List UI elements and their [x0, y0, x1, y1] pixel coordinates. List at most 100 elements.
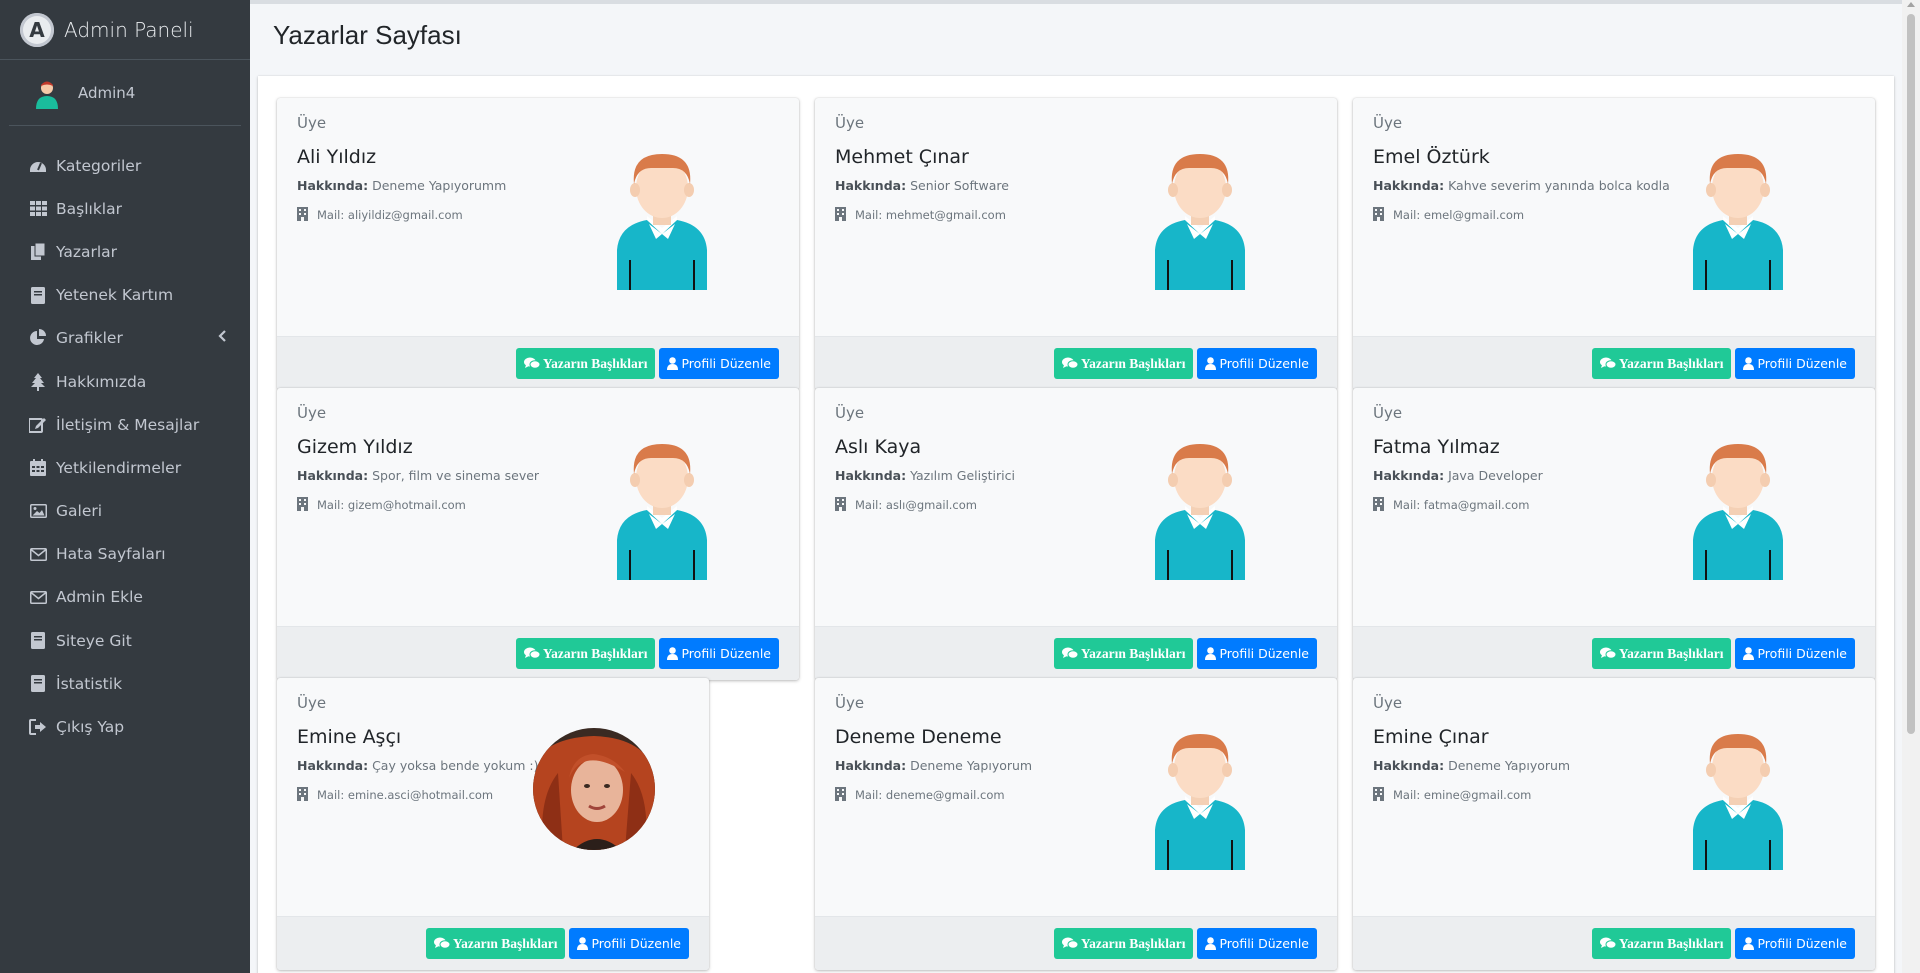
author-titles-button[interactable]: Yazarın Başlıkları [515, 638, 656, 669]
pie-chart-icon [28, 328, 48, 348]
page-title: Yazarlar Sayfası [273, 20, 462, 50]
sidebar-item-istatistik[interactable]: İstatistik [0, 662, 250, 705]
sidebar-item-label: Admin Ekle [56, 588, 143, 607]
author-card-footer: Yazarın Başlıkları Profili Düzenle [277, 336, 799, 390]
envelope-icon [28, 544, 48, 564]
author-avatar [607, 150, 717, 290]
user-icon [1743, 647, 1755, 660]
mail-label: Mail: [855, 787, 883, 802]
author-titles-button[interactable]: Yazarın Başlıkları [1053, 638, 1194, 669]
author-titles-button[interactable]: Yazarın Başlıkları [1591, 348, 1732, 379]
mail-text: emel@gmail.com [1423, 207, 1525, 222]
author-card-footer: Yazarın Başlıkları Profili Düzenle [815, 626, 1337, 680]
sidebar-item-grafikler[interactable]: Grafikler [0, 317, 250, 360]
page-scrollbar[interactable] [1902, 0, 1920, 973]
author-role: Üye [1373, 404, 1403, 422]
user-icon [667, 647, 679, 660]
sidebar-item-siteye-git[interactable]: Siteye Git [0, 619, 250, 662]
user-icon [1205, 357, 1217, 370]
edit-profile-button[interactable]: Profili Düzenle [1735, 638, 1855, 669]
brand-link[interactable]: A Admin Paneli [0, 0, 250, 60]
author-avatar [1683, 730, 1793, 870]
comments-icon [1599, 647, 1616, 660]
about-label: Hakkında: [835, 758, 907, 773]
user-panel[interactable]: Admin4 [9, 60, 241, 126]
edit-profile-button[interactable]: Profili Düzenle [569, 928, 689, 959]
sidebar-item-label: Siteye Git [56, 631, 132, 650]
author-titles-button[interactable]: Yazarın Başlıkları [1591, 928, 1732, 959]
sidebar-item-yazarlar[interactable]: Yazarlar [0, 230, 250, 273]
author-titles-label: Yazarın Başlıkları [542, 355, 648, 371]
edit-profile-button[interactable]: Profili Düzenle [1735, 348, 1855, 379]
sidebar-item-galeri[interactable]: Galeri [0, 490, 250, 533]
author-titles-button[interactable]: Yazarın Başlıkları [425, 928, 566, 959]
about-text: Spor, film ve sinema sever [372, 468, 540, 483]
author-card: Üye Fatma Yılmaz Hakkında: Java Develope… [1353, 388, 1875, 680]
authors-container: Üye Ali Yıldız Hakkında: Deneme Yapıyoru… [258, 76, 1894, 973]
about-label: Hakkında: [297, 178, 369, 193]
sidebar-item-iletisim[interactable]: İletişim & Mesajlar [0, 403, 250, 446]
grid-icon [28, 199, 48, 219]
scroll-thumb[interactable] [1907, 14, 1915, 734]
page-header: Yazarlar Sayfası [250, 4, 1902, 76]
author-role: Üye [1373, 114, 1403, 132]
about-text: Deneme Yapıyorum [1448, 758, 1571, 773]
author-card: Üye Aslı Kaya Hakkında: Yazılım Geliştir… [815, 388, 1337, 680]
author-card: Üye Emel Öztürk Hakkında: Kahve severim … [1353, 98, 1875, 390]
author-card-body: Üye Fatma Yılmaz Hakkında: Java Develope… [1353, 388, 1875, 607]
mail-text: deneme@gmail.com [885, 787, 1005, 802]
author-role: Üye [1373, 694, 1403, 712]
author-titles-button[interactable]: Yazarın Başlıkları [1053, 348, 1194, 379]
sidebar-item-hakkimizda[interactable]: Hakkımızda [0, 360, 250, 403]
author-titles-label: Yazarın Başlıkları [1618, 935, 1724, 951]
sidebar-item-label: Hata Sayfaları [56, 545, 166, 564]
edit-profile-button[interactable]: Profili Düzenle [659, 638, 779, 669]
building-icon [1373, 207, 1385, 222]
image-icon [28, 501, 48, 521]
author-role: Üye [835, 404, 865, 422]
user-icon [577, 937, 589, 950]
about-label: Hakkında: [1373, 468, 1445, 483]
sidebar-item-label: Kategoriler [56, 156, 142, 175]
mail-text: fatma@gmail.com [1423, 497, 1530, 512]
about-text: Java Developer [1448, 468, 1543, 483]
sidebar-item-cikis-yap[interactable]: Çıkış Yap [0, 705, 250, 748]
chevron-left-icon [218, 329, 226, 346]
author-titles-button[interactable]: Yazarın Başlıkları [515, 348, 656, 379]
sidebar-item-label: İstatistik [56, 674, 123, 693]
user-icon [1743, 357, 1755, 370]
sidebar-item-yetenek-kartim[interactable]: Yetenek Kartım [0, 274, 250, 317]
mail-label: Mail: [855, 207, 883, 222]
author-card-body: Üye Emel Öztürk Hakkında: Kahve severim … [1353, 98, 1875, 317]
about-label: Hakkında: [1373, 178, 1445, 193]
edit-profile-label: Profili Düzenle [1219, 936, 1309, 951]
building-icon [835, 497, 847, 512]
sidebar-item-kategoriler[interactable]: Kategoriler [0, 144, 250, 187]
author-titles-button[interactable]: Yazarın Başlıkları [1053, 928, 1194, 959]
copy-icon [28, 242, 48, 262]
edit-profile-button[interactable]: Profili Düzenle [1197, 348, 1317, 379]
edit-profile-label: Profili Düzenle [591, 936, 681, 951]
edit-profile-button[interactable]: Profili Düzenle [1197, 928, 1317, 959]
author-avatar [1145, 730, 1255, 870]
edit-profile-button[interactable]: Profili Düzenle [1735, 928, 1855, 959]
author-card: Üye Deneme Deneme Hakkında: Deneme Yapıy… [815, 678, 1337, 970]
author-card: Üye Emine Çınar Hakkında: Deneme Yapıyor… [1353, 678, 1875, 970]
scroll-up-arrow-icon[interactable] [1907, 2, 1915, 7]
sidebar-item-basliklar[interactable]: Başlıklar [0, 187, 250, 230]
edit-profile-button[interactable]: Profili Düzenle [659, 348, 779, 379]
edit-profile-button[interactable]: Profili Düzenle [1197, 638, 1317, 669]
author-titles-button[interactable]: Yazarın Başlıkları [1591, 638, 1732, 669]
sidebar-item-yetkilendirmeler[interactable]: Yetkilendirmeler [0, 446, 250, 489]
author-role: Üye [835, 114, 865, 132]
sidebar-item-hata-sayfalari[interactable]: Hata Sayfaları [0, 533, 250, 576]
tree-icon [28, 372, 48, 392]
sidebar-item-label: Çıkış Yap [56, 718, 125, 737]
mail-label: Mail: [1393, 787, 1421, 802]
calendar-icon [28, 458, 48, 478]
comments-icon [1061, 357, 1078, 370]
author-titles-label: Yazarın Başlıkları [542, 645, 648, 661]
sidebar-item-admin-ekle[interactable]: Admin Ekle [0, 576, 250, 619]
about-text: Çay yoksa bende yokum :) [372, 758, 539, 773]
user-icon [667, 357, 679, 370]
